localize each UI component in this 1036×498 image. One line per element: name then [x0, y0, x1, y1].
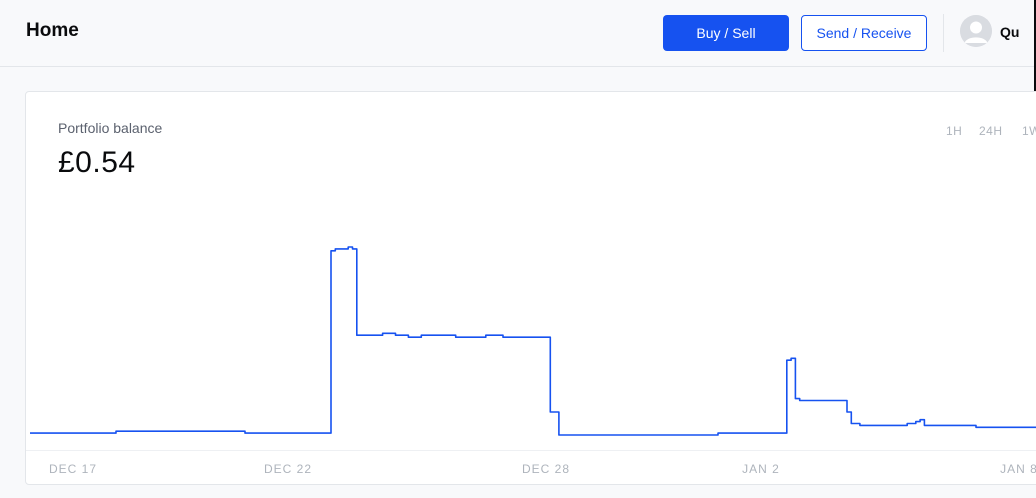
header-divider: [943, 14, 944, 52]
x-tick-label: DEC 28: [521, 462, 571, 476]
send-receive-button[interactable]: Send / Receive: [801, 15, 927, 51]
portfolio-balance-label: Portfolio balance: [58, 120, 163, 136]
top-bar: Home Buy / Sell Send / Receive Qu: [0, 0, 1036, 67]
portfolio-card: Portfolio balance £0.54 1H 24H 1W: [25, 91, 1036, 485]
range-24h-button[interactable]: 24H: [979, 124, 1003, 138]
x-tick-label: JAN 2: [742, 462, 780, 476]
buy-sell-button[interactable]: Buy / Sell: [663, 15, 789, 51]
x-axis-line: [26, 450, 1036, 451]
x-tick-label: JAN 8: [1000, 462, 1036, 476]
x-tick-label: DEC 17: [48, 462, 98, 476]
portfolio-balance-value: £0.54: [58, 146, 136, 179]
range-1w-button[interactable]: 1W: [1022, 124, 1036, 138]
user-avatar-icon: [960, 15, 992, 47]
user-name[interactable]: Qu: [1000, 24, 1019, 40]
avatar[interactable]: [960, 15, 992, 47]
page-title: Home: [26, 20, 79, 41]
x-tick-label: DEC 22: [263, 462, 313, 476]
range-1h-button[interactable]: 1H: [946, 124, 962, 138]
